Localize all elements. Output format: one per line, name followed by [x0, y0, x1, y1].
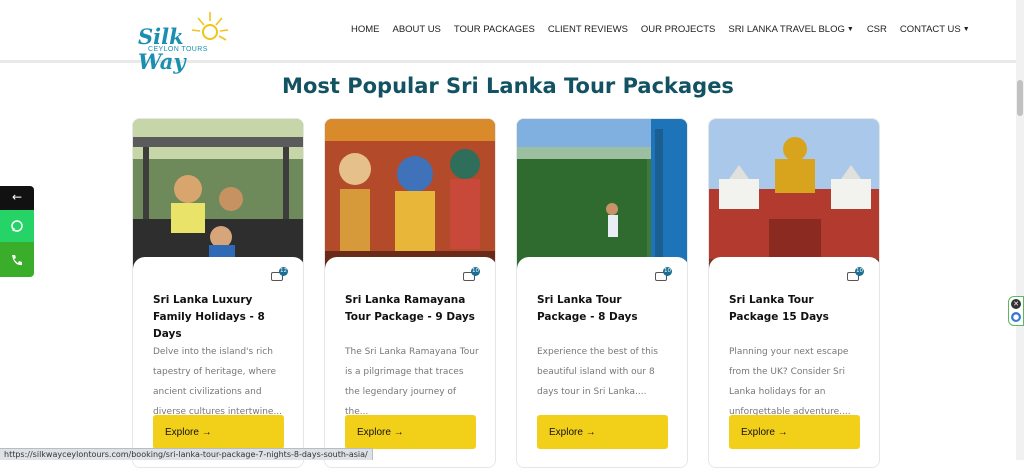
card-title[interactable]: Sri Lanka Tour Package - 8 Days: [537, 292, 672, 326]
card-description: Experience the best of this beautiful is…: [537, 347, 658, 397]
explore-label: Explore: [549, 427, 583, 438]
card-title[interactable]: Sri Lanka Ramayana Tour Package - 9 Days: [345, 292, 480, 326]
status-bar-url: https://silkwayceylontours.com/booking/s…: [0, 448, 373, 460]
photo-count-badge: 10: [463, 267, 480, 283]
photo-count: 10: [471, 267, 480, 276]
logo-subtitle: CEYLON TOURS: [148, 46, 208, 53]
nav-contact-us[interactable]: CONTACT US ▼: [900, 24, 970, 35]
chevron-down-icon: ▼: [962, 26, 970, 33]
phone-button[interactable]: [0, 242, 34, 277]
scrollbar-thumb[interactable]: [1017, 80, 1023, 116]
golden-temple-photo: [709, 119, 879, 269]
arrow-right-icon: →: [201, 427, 212, 438]
photo-count-badge: 10: [655, 267, 672, 283]
explore-button[interactable]: Explore →: [537, 415, 668, 449]
whatsapp-button[interactable]: [0, 210, 34, 242]
photo-count: 10: [855, 267, 864, 276]
arrow-right-icon: →: [585, 427, 596, 438]
nav-label: OUR PROJECTS: [640, 24, 716, 35]
explore-button[interactable]: Explore →: [729, 415, 860, 449]
arrow-right-icon: →: [393, 427, 404, 438]
nav-travel-blog[interactable]: SRI LANKA TRAVEL BLOG ▼: [728, 24, 853, 35]
photo-count-badge: 10: [847, 267, 864, 283]
chevron-down-icon: ▼: [846, 26, 854, 33]
train-hills-photo: [517, 119, 687, 269]
whatsapp-icon: [11, 220, 23, 232]
nav-about-us[interactable]: ABOUT US: [393, 24, 441, 35]
tour-card[interactable]: 10 Sri Lanka Ramayana Tour Package - 9 D…: [324, 118, 496, 468]
main-nav: HOME ABOUT US TOUR PACKAGES CLIENT REVIE…: [351, 24, 983, 35]
tour-card[interactable]: 10 Sri Lanka Tour Package - 8 Days Exper…: [516, 118, 688, 468]
nav-our-projects[interactable]: OUR PROJECTS: [641, 24, 715, 35]
card-title[interactable]: Sri Lanka Tour Package 15 Days: [729, 292, 864, 326]
chat-icon[interactable]: ●: [1011, 312, 1021, 322]
floating-widget[interactable]: ✕ ●: [1008, 296, 1024, 326]
arrow-left-icon: ←: [11, 190, 23, 204]
photo-count: 10: [663, 267, 672, 276]
photo-count: 12: [279, 267, 288, 276]
nav-tour-packages[interactable]: TOUR PACKAGES: [454, 24, 535, 35]
nav-home[interactable]: HOME: [351, 24, 380, 35]
photo-count-badge: 12: [271, 267, 288, 283]
close-icon[interactable]: ✕: [1011, 299, 1021, 309]
explore-button[interactable]: Explore →: [345, 415, 476, 449]
tour-card[interactable]: 10 Sri Lanka Tour Package 15 Days Planni…: [708, 118, 880, 468]
phone-icon: [12, 255, 22, 266]
site-header: Silk Way CEYLON TOURS HOME ABOUT US TOUR…: [0, 0, 1016, 74]
nav-label: CONTACT US: [899, 24, 961, 35]
family-jeep-photo: [133, 119, 303, 269]
temple-deities-photo: [325, 119, 495, 269]
card-description: Planning your next escape from the UK? C…: [729, 347, 851, 417]
section-title: Most Popular Sri Lanka Tour Packages: [282, 74, 734, 98]
nav-label: CLIENT REVIEWS: [547, 24, 628, 35]
explore-button[interactable]: Explore →: [153, 415, 284, 449]
nav-label: CSR: [866, 24, 887, 35]
card-title[interactable]: Sri Lanka Luxury Family Holidays - 8 Day…: [153, 292, 288, 343]
explore-label: Explore: [165, 427, 199, 438]
card-description: The Sri Lanka Ramayana Tour is a pilgrim…: [345, 347, 479, 417]
nav-csr[interactable]: CSR: [867, 24, 887, 35]
nav-label: SRI LANKA TRAVEL BLOG: [728, 24, 845, 35]
nav-client-reviews[interactable]: CLIENT REVIEWS: [548, 24, 628, 35]
card-description: Delve into the island's rich tapestry of…: [153, 347, 283, 417]
back-button[interactable]: ←: [0, 186, 34, 210]
page-scrollbar[interactable]: [1016, 0, 1024, 460]
tour-card[interactable]: 12 Sri Lanka Luxury Family Holidays - 8 …: [132, 118, 304, 468]
nav-label: TOUR PACKAGES: [453, 24, 535, 35]
nav-label: ABOUT US: [392, 24, 441, 35]
explore-label: Explore: [741, 427, 775, 438]
site-logo[interactable]: Silk Way CEYLON TOURS: [136, 8, 236, 74]
nav-label: HOME: [351, 24, 380, 35]
arrow-right-icon: →: [777, 427, 788, 438]
explore-label: Explore: [357, 427, 391, 438]
